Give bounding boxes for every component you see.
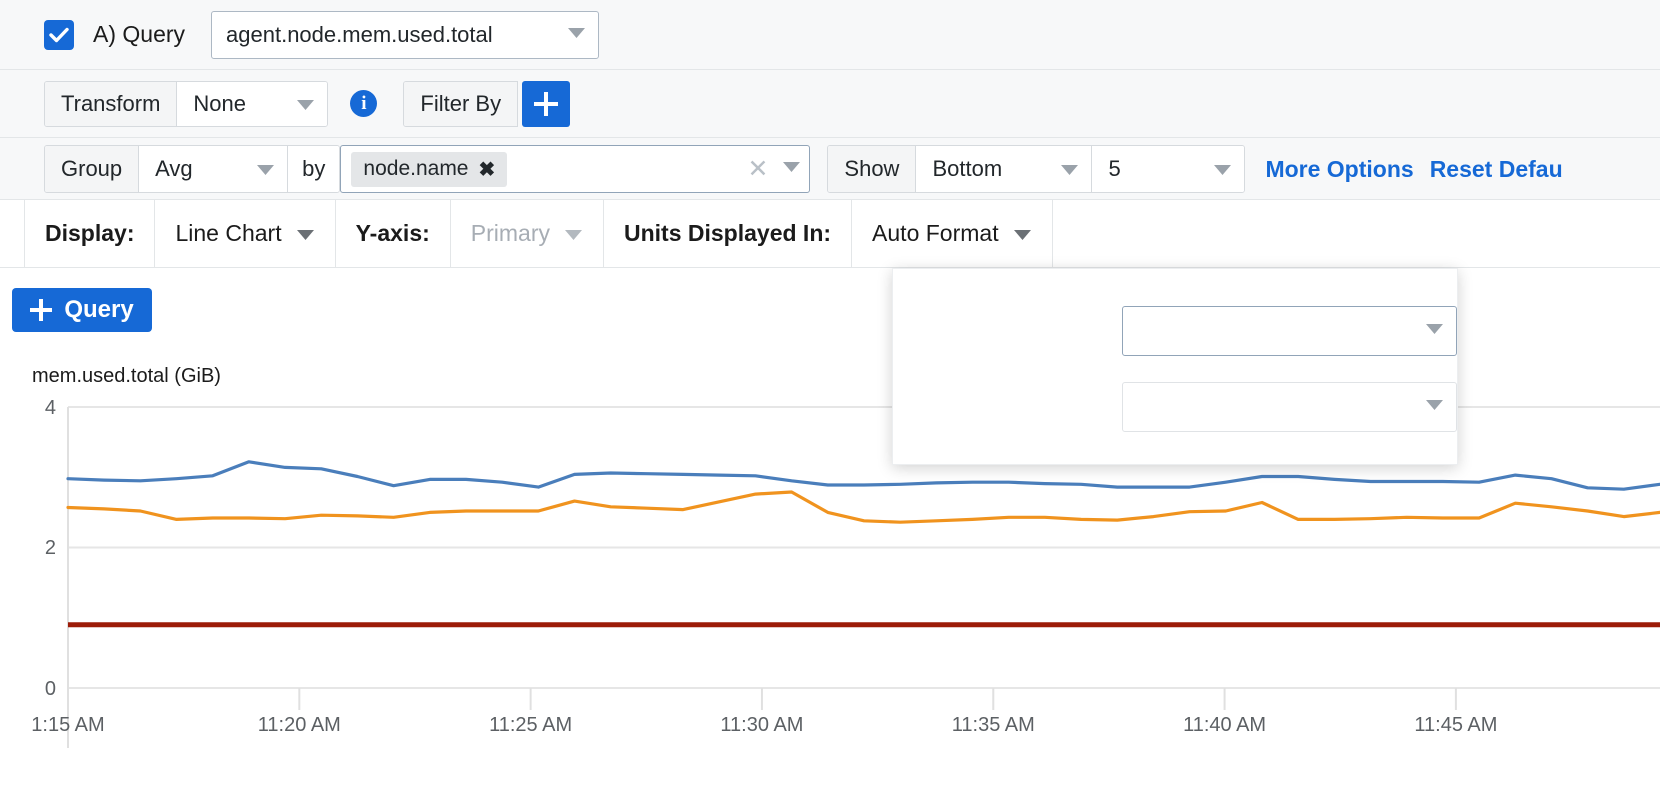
check-icon (49, 27, 69, 43)
transform-label: Transform (45, 82, 177, 126)
chevron-down-icon (1213, 156, 1232, 182)
chart-xtick-label: 11:20 AM (247, 714, 351, 737)
chevron-down-icon (1060, 156, 1079, 182)
add-filter-button[interactable] (522, 81, 570, 127)
yaxis-select[interactable]: Primary (451, 200, 604, 267)
show-count-value: 5 (1108, 156, 1120, 182)
query-enable-checkbox[interactable] (44, 20, 74, 50)
filter-by-label: Filter By (404, 82, 517, 126)
chart-xtick-label: 1:15 AM (16, 714, 120, 737)
info-icon[interactable]: i (350, 90, 377, 117)
chevron-down-icon (1425, 398, 1444, 416)
displayed-in-select[interactable] (1122, 382, 1457, 432)
yaxis-label: Y-axis: (356, 220, 430, 247)
group-row: Group Avg by node.name ✖ ✕ Show Bo (0, 138, 1660, 200)
group-by-tag-field[interactable]: node.name ✖ ✕ (340, 145, 810, 193)
units-popup (892, 268, 1458, 465)
chevron-down-icon[interactable] (782, 160, 801, 178)
units-label: Units Displayed In: (624, 220, 831, 247)
chart-series-node-b (68, 492, 1660, 522)
query-row: A) Query agent.node.mem.used.total (0, 0, 1660, 70)
chart-ytick-0: 0 (18, 678, 56, 701)
show-count-select[interactable]: 5 (1092, 146, 1244, 192)
reset-defaults-link[interactable]: Reset Defau (1430, 156, 1563, 183)
chart-series-node-a (68, 462, 1660, 489)
filter-by-control[interactable]: Filter By (403, 81, 518, 127)
more-options-link[interactable]: More Options (1265, 156, 1413, 183)
transform-select-value: None (193, 91, 246, 117)
displayed-in-row (893, 382, 1457, 432)
chart-xtick-label: 11:45 AM (1404, 714, 1508, 737)
chevron-down-icon (256, 156, 275, 182)
group-label: Group (45, 146, 139, 192)
display-label: Display: (45, 220, 134, 247)
chart-xtick-label: 11:40 AM (1173, 714, 1277, 737)
show-control: Show Bottom 5 (827, 145, 1245, 193)
chart-xtick-label: 11:30 AM (710, 714, 814, 737)
display-label-cell: Display: (24, 200, 155, 267)
display-row-cells: Display: Line Chart Y-axis: Primary Unit… (24, 200, 1660, 267)
chart-xtick-label: 11:35 AM (941, 714, 1045, 737)
units-select[interactable]: Auto Format (852, 200, 1053, 267)
chart-xtick-label: 11:25 AM (479, 714, 583, 737)
units-value: Auto Format (872, 220, 999, 247)
yaxis-label-cell: Y-axis: (336, 200, 451, 267)
metric-select[interactable]: agent.node.mem.used.total (211, 11, 599, 59)
query-label: A) Query (93, 21, 185, 48)
chevron-down-icon (564, 220, 583, 247)
group-aggregator-value: Avg (155, 156, 193, 182)
tag-node-name[interactable]: node.name ✖ (351, 152, 507, 187)
plus-icon (30, 299, 52, 321)
chevron-down-icon (567, 26, 586, 44)
base-unit-row (893, 306, 1457, 356)
base-unit-select[interactable] (1122, 306, 1457, 356)
group-by-label: by (287, 146, 339, 192)
add-query-button-label: Query (64, 296, 133, 324)
clear-icon[interactable]: ✕ (737, 154, 778, 184)
info-icon-glyph: i (361, 93, 366, 115)
yaxis-value: Primary (471, 220, 550, 247)
display-row: Display: Line Chart Y-axis: Primary Unit… (0, 200, 1660, 268)
transform-row: Transform None i Filter By (0, 70, 1660, 138)
transform-control: Transform None (44, 81, 328, 127)
add-query-button[interactable]: Query (12, 288, 152, 332)
chevron-down-icon (1013, 220, 1032, 247)
metric-select-value: agent.node.mem.used.total (226, 22, 493, 48)
display-type-select[interactable]: Line Chart (155, 200, 335, 267)
tag-label: node.name (363, 157, 468, 181)
group-aggregator-select[interactable]: Avg (139, 146, 287, 192)
units-label-cell: Units Displayed In: (604, 200, 852, 267)
chart-ytick-2: 2 (18, 537, 56, 560)
transform-select[interactable]: None (177, 82, 327, 126)
display-type-value: Line Chart (175, 220, 281, 247)
group-control: Group Avg by (44, 145, 340, 193)
show-direction-value: Bottom (932, 156, 1002, 182)
close-icon[interactable]: ✖ (479, 157, 496, 182)
plus-icon (522, 81, 570, 127)
chevron-down-icon (1425, 322, 1444, 340)
chart-ytick-4: 4 (18, 397, 56, 420)
chevron-down-icon (296, 91, 315, 117)
show-label: Show (828, 146, 916, 192)
show-direction-select[interactable]: Bottom (916, 146, 1092, 192)
chevron-down-icon (296, 220, 315, 247)
